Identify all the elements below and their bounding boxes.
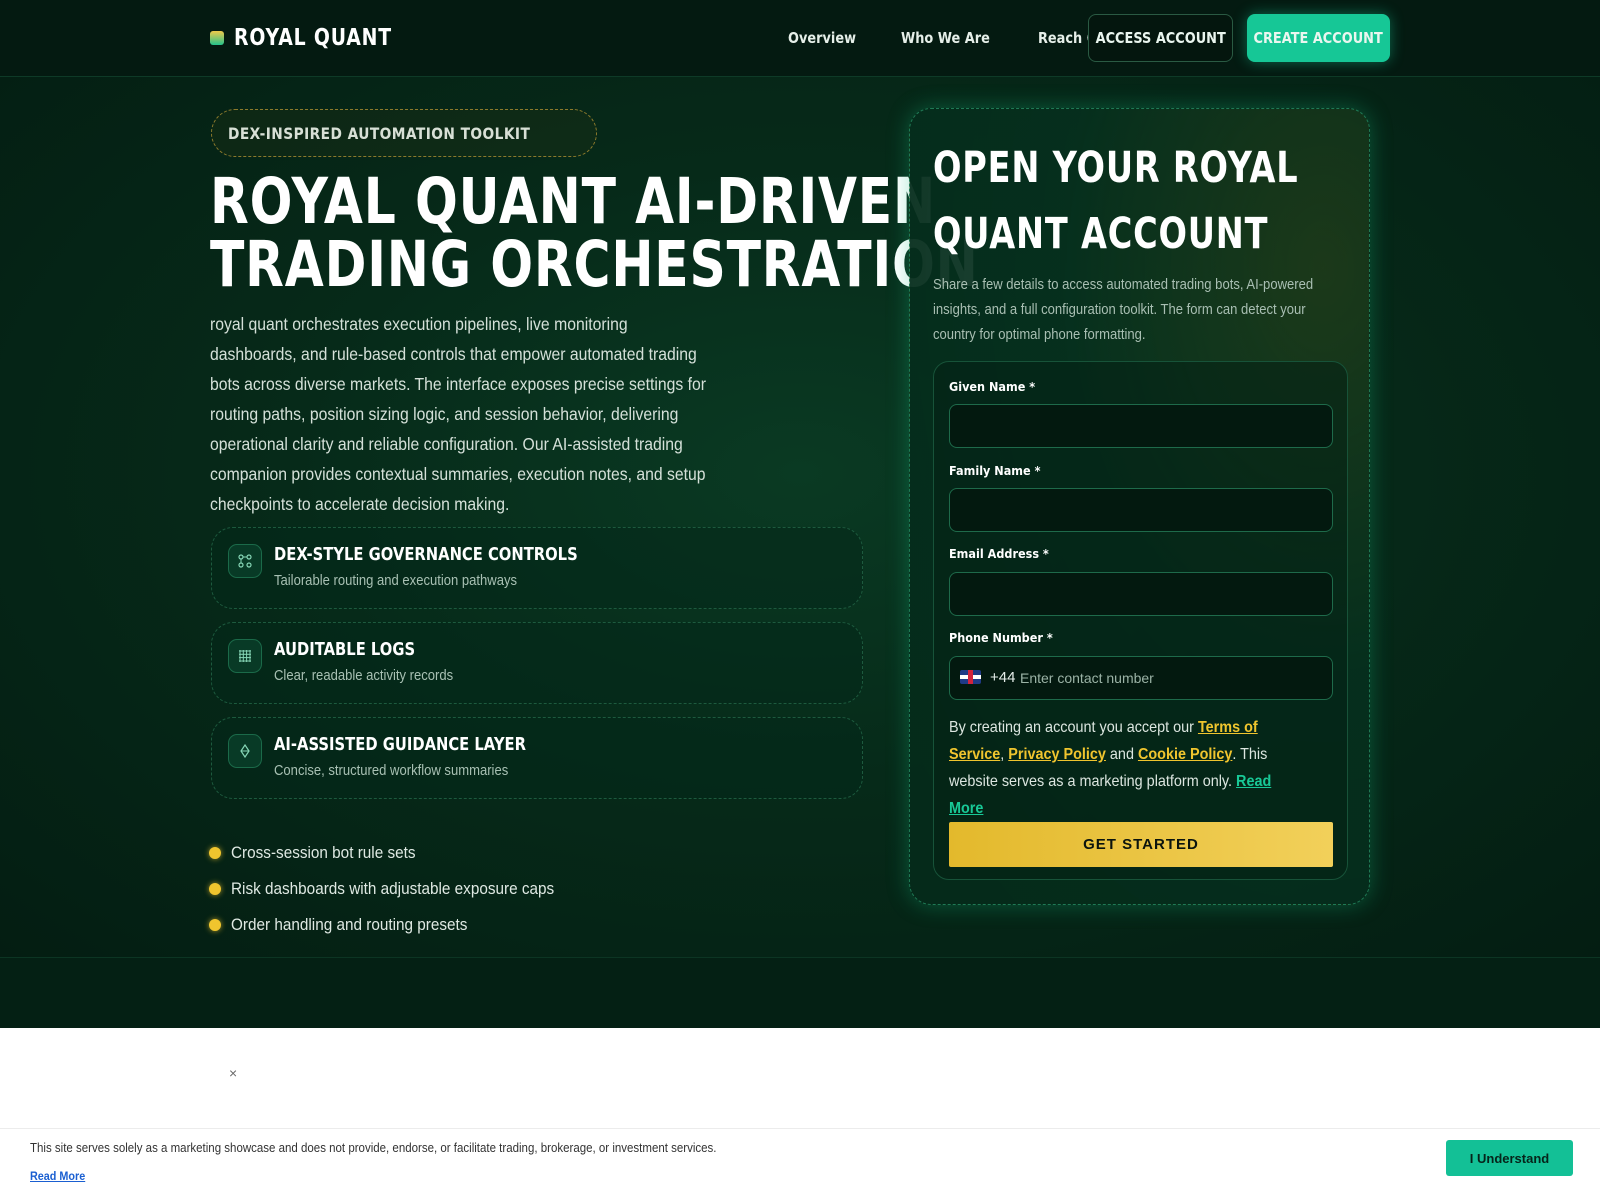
feature-title: AI-ASSISTED GUIDANCE LAYER — [274, 734, 526, 755]
brand-logo[interactable]: ROYAL QUANT — [210, 25, 427, 51]
feature-subtitle: Concise, structured workflow summaries — [274, 763, 509, 779]
logo-mark-icon — [210, 31, 224, 45]
terms-text: By creating an account you accept our Te… — [949, 714, 1309, 822]
phone-label: Phone Number * — [949, 630, 1053, 645]
close-icon[interactable]: × — [229, 1065, 237, 1081]
feature-card: DEX-STYLE GOVERNANCE CONTROLS Tailorable… — [211, 527, 863, 609]
hero-tag: DEX-INSPIRED AUTOMATION TOOLKIT — [211, 109, 597, 157]
uk-flag-icon[interactable] — [960, 670, 981, 684]
nodes-icon — [228, 544, 262, 578]
hero-tag-label: DEX-INSPIRED AUTOMATION TOOLKIT — [228, 123, 531, 143]
bullet-dot-icon — [209, 883, 221, 895]
brand-name: ROYAL QUANT — [234, 25, 392, 51]
feature-subtitle: Clear, readable activity records — [274, 668, 454, 684]
phone-field[interactable] — [1020, 657, 1320, 699]
family-name-field[interactable] — [949, 488, 1333, 532]
signup-card: OPEN YOUR ROYAL QUANT ACCOUNT Share a fe… — [909, 108, 1370, 905]
list-item: Order handling and routing presets — [209, 907, 590, 943]
phone-field-wrapper: +44 — [949, 656, 1333, 700]
access-account-button[interactable]: ACCESS ACCOUNT — [1088, 14, 1233, 62]
bullet-text: Risk dashboards with adjustable exposure… — [231, 879, 555, 898]
signup-title: OPEN YOUR ROYAL QUANT ACCOUNT — [933, 143, 1299, 259]
i-understand-button[interactable]: I Understand — [1446, 1140, 1573, 1176]
email-field[interactable] — [949, 572, 1333, 616]
list-item: Cross-session bot rule sets — [209, 835, 590, 871]
cookie-text: This site serves solely as a marketing s… — [30, 1141, 717, 1155]
feature-title: AUDITABLE LOGS — [274, 639, 416, 660]
bullet-text: Order handling and routing presets — [231, 915, 468, 934]
bullet-list: Cross-session bot rule sets Risk dashboa… — [209, 835, 590, 943]
cookie-banner: × This site serves solely as a marketing… — [0, 1028, 1600, 1200]
signup-description: Share a few details to access automated … — [933, 277, 1314, 343]
given-name-label: Given Name * — [949, 379, 1036, 394]
terms-prefix: By creating an account you accept our — [949, 719, 1198, 736]
email-label: Email Address * — [949, 546, 1049, 561]
cookie-read-more-link[interactable]: Read More — [30, 1169, 85, 1183]
feature-card: AI-ASSISTED GUIDANCE LAYER Concise, stru… — [211, 717, 863, 799]
phone-country-code[interactable]: +44 — [990, 669, 1015, 686]
cookie-divider — [0, 1128, 1600, 1129]
create-account-button[interactable]: CREATE ACCOUNT — [1247, 14, 1390, 62]
feature-card: AUDITABLE LOGS Clear, readable activity … — [211, 622, 863, 704]
terms-comma: , — [1000, 746, 1005, 763]
create-account-label: CREATE ACCOUNT — [1253, 29, 1384, 47]
diamond-icon — [228, 734, 262, 768]
terms-and: and — [1105, 746, 1138, 763]
get-started-button[interactable]: GET STARTED — [949, 822, 1333, 867]
privacy-policy-link[interactable]: Privacy Policy — [1008, 746, 1106, 763]
feature-subtitle: Tailorable routing and execution pathway… — [274, 573, 518, 589]
nav-link-overview[interactable]: Overview — [788, 29, 856, 47]
nav-link-who-we-are[interactable]: Who We Are — [901, 29, 990, 47]
hero-title-line-2: TRADING ORCHESTRATION — [210, 228, 979, 301]
signup-form: Given Name * Family Name * Email Address… — [933, 361, 1348, 880]
lower-section — [0, 958, 1600, 1028]
hero-title-line-1: ROYAL QUANT AI-DRIVEN — [210, 165, 937, 238]
list-item: Risk dashboards with adjustable exposure… — [209, 871, 590, 907]
bullet-dot-icon — [209, 919, 221, 931]
grid-icon — [228, 639, 262, 673]
hero-title: ROYAL QUANT AI-DRIVEN TRADING ORCHESTRAT… — [210, 165, 979, 301]
given-name-field[interactable] — [949, 404, 1333, 448]
access-account-label: ACCESS ACCOUNT — [1095, 29, 1226, 47]
bullet-text: Cross-session bot rule sets — [231, 843, 416, 862]
cookie-policy-link[interactable]: Cookie Policy — [1138, 746, 1232, 763]
top-nav: ROYAL QUANT Overview Who We Are Reach Ou… — [0, 0, 1600, 77]
family-name-label: Family Name * — [949, 463, 1041, 478]
feature-title: DEX-STYLE GOVERNANCE CONTROLS — [274, 544, 578, 565]
bullet-dot-icon — [209, 847, 221, 859]
hero-description: royal quant orchestrates execution pipel… — [210, 314, 707, 514]
